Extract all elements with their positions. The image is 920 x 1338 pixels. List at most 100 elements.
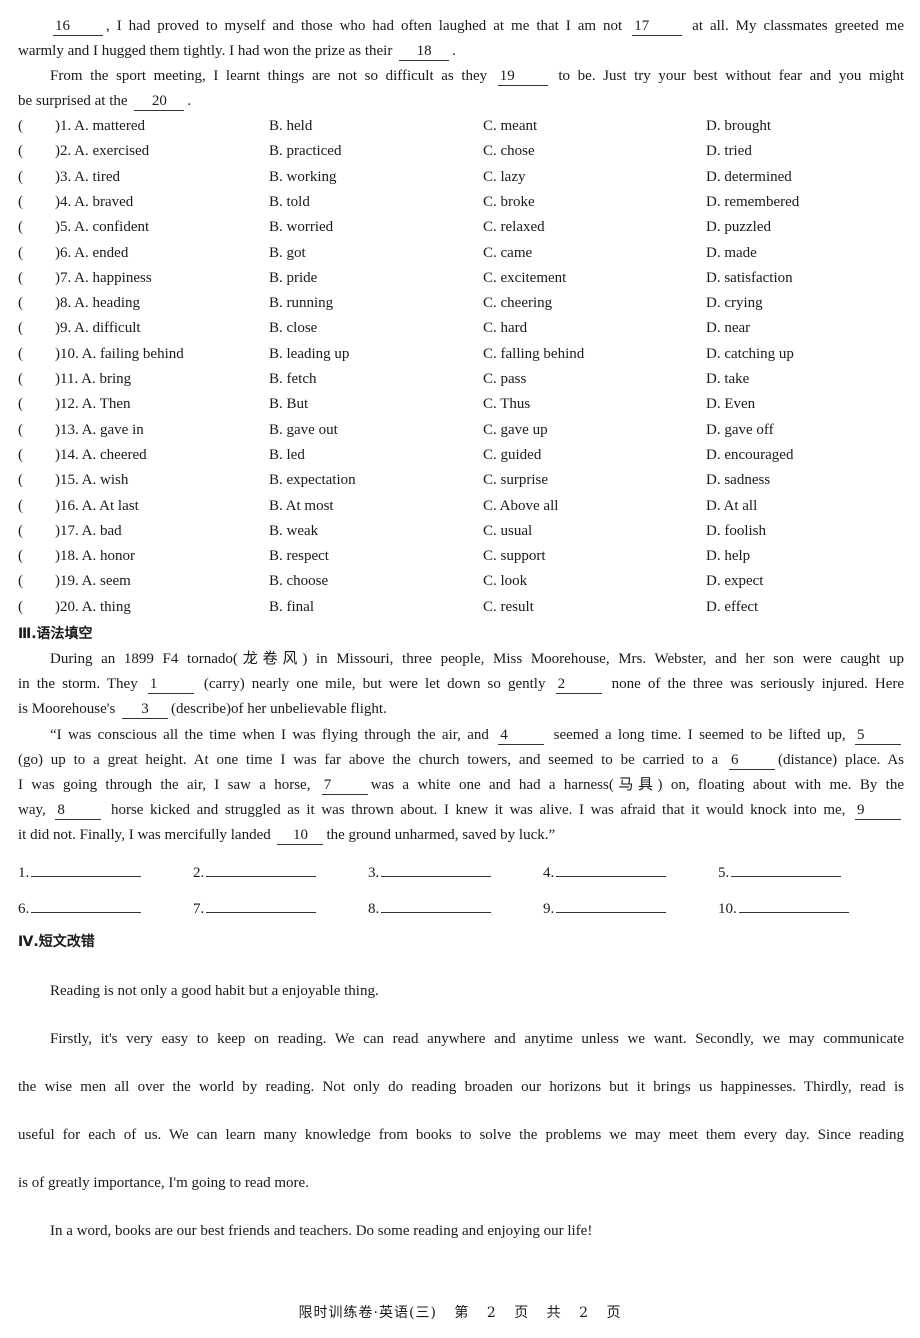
answer-label: 6. — [18, 901, 30, 917]
option-c: C. lazy — [483, 168, 526, 185]
option-a: )5. A. confident — [55, 219, 150, 236]
option-b: B. respect — [269, 548, 329, 565]
answer-field[interactable]: 4. — [543, 861, 667, 883]
question-row: ()15. A. wish B. expectation C. surprise D.… — [18, 470, 908, 490]
answer-paren-open[interactable]: ( — [18, 445, 23, 465]
answer-field[interactable]: 3. — [368, 861, 492, 883]
option-b: B. final — [269, 598, 314, 615]
option-a: )4. A. braved — [55, 193, 134, 210]
grammar-blank-6: 6 — [729, 752, 775, 770]
option-c: C. Thus — [483, 396, 531, 413]
answer-field[interactable]: 8. — [368, 897, 492, 919]
option-b: B. pride — [269, 269, 318, 286]
answer-underline[interactable] — [31, 861, 142, 877]
answer-field[interactable]: 9. — [543, 897, 667, 919]
answer-field[interactable]: 6. — [18, 897, 142, 919]
answer-paren-open[interactable]: ( — [18, 192, 23, 212]
blank-18: 18 — [399, 43, 450, 61]
answer-paren-open[interactable]: ( — [18, 496, 23, 516]
passage-text: the ground unharmed, saved by luck.” — [326, 827, 556, 843]
question-row: ()9. A. difficult B. close C. hard D. near — [18, 318, 908, 338]
option-b: B. choose — [269, 573, 329, 590]
answer-paren-open[interactable]: ( — [18, 521, 23, 541]
correction-line-5: is of greatly importance, I'm going to r… — [18, 1175, 309, 1191]
option-d: D. tried — [706, 143, 752, 160]
grammar-line-2: in the storm. They 1 (carry) nearly one … — [18, 674, 904, 694]
answer-paren-open[interactable]: ( — [18, 369, 23, 389]
answer-paren-open[interactable]: ( — [18, 394, 23, 414]
answer-label: 9. — [543, 901, 555, 917]
option-c: C. Above all — [483, 497, 559, 514]
option-a: )2. A. exercised — [55, 143, 150, 160]
footer-page-current: 2 — [486, 1305, 497, 1321]
option-b: B. fetch — [269, 371, 317, 387]
answer-paren-open[interactable]: ( — [18, 293, 23, 313]
answer-underline[interactable] — [206, 897, 317, 913]
answer-paren-open[interactable]: ( — [18, 318, 23, 338]
passage-text: it did not. Finally, I was mercifully la… — [18, 827, 271, 843]
option-c: C. support — [483, 548, 546, 565]
option-c: C. surprise — [483, 472, 548, 489]
option-d: D. sadness — [706, 472, 771, 489]
option-c: C. gave up — [483, 421, 548, 438]
answer-paren-open[interactable]: ( — [18, 344, 23, 364]
answer-label: 3. — [368, 865, 380, 881]
grammar-line-4: “I was conscious all the time when I was… — [50, 725, 904, 745]
grammar-line-5: (go) up to a great height. At one time I… — [18, 750, 904, 770]
answer-underline[interactable] — [738, 897, 849, 913]
answer-paren-open[interactable]: ( — [18, 597, 23, 617]
passage-text: I was going through the air, I saw a hor… — [18, 777, 311, 793]
answer-paren-open[interactable]: ( — [18, 243, 23, 263]
answer-paren-open[interactable]: ( — [18, 141, 23, 161]
answer-paren-open[interactable]: ( — [18, 167, 23, 187]
blank-16: 16 — [53, 18, 103, 36]
option-d: D. remembered — [706, 193, 800, 210]
answer-paren-open[interactable]: ( — [18, 116, 23, 136]
option-c: C. chose — [483, 143, 535, 160]
passage-text: , I had proved to myself and those who h… — [106, 18, 623, 34]
answer-paren-open[interactable]: ( — [18, 571, 23, 591]
answer-paren-open[interactable]: ( — [18, 217, 23, 237]
question-row: ()5. A. confident B. worried C. relaxed D. … — [18, 217, 908, 237]
option-d: D. take — [706, 371, 750, 387]
answer-field[interactable]: 2. — [193, 861, 317, 883]
correction-line-6: In a word, books are our best friends an… — [50, 1223, 593, 1239]
answer-field[interactable]: 1. — [18, 861, 142, 883]
question-row: ()2. A. exercised B. practiced C. chose D. … — [18, 141, 908, 161]
answer-paren-open[interactable]: ( — [18, 420, 23, 440]
option-b: B. close — [269, 320, 318, 337]
option-a: )13. A. gave in — [55, 421, 144, 438]
answer-underline[interactable] — [381, 897, 492, 913]
grammar-line-7: way, 8 horse kicked and struggled as it … — [18, 800, 904, 820]
answer-paren-open[interactable]: ( — [18, 546, 23, 566]
option-d: D. help — [706, 548, 751, 565]
question-row: ()1. A. mattered B. held C. meant D. brough… — [18, 116, 908, 136]
answer-underline[interactable] — [206, 861, 317, 877]
answer-underline[interactable] — [381, 861, 492, 877]
answer-field[interactable]: 10. — [718, 897, 849, 919]
passage-text: (distance) place. As — [778, 752, 905, 768]
answer-underline[interactable] — [556, 861, 667, 877]
question-row: ()8. A. heading B. running C. cheering D. c… — [18, 293, 908, 313]
option-c: C. usual — [483, 522, 533, 539]
grammar-blank-9: 9 — [855, 802, 901, 820]
answer-underline[interactable] — [31, 897, 142, 913]
passage-text: “I was conscious all the time when I was… — [50, 727, 489, 743]
answer-field[interactable]: 5. — [718, 861, 842, 883]
question-row: ()20. A. thing B. final C. result D. effect — [18, 597, 908, 617]
option-a: )10. A. failing behind — [55, 345, 184, 362]
option-d: D. puzzled — [706, 219, 771, 236]
passage-line-1: 16, I had proved to myself and those who… — [50, 16, 904, 36]
passage-line-4: be surprised at the 20. — [18, 91, 904, 111]
answer-underline[interactable] — [556, 897, 667, 913]
grammar-blank-10: 10 — [277, 827, 324, 845]
answer-underline[interactable] — [731, 861, 842, 877]
answer-field[interactable]: 7. — [193, 897, 317, 919]
grammar-blank-4: 4 — [498, 727, 545, 745]
grammar-blank-3: 3 — [122, 701, 169, 719]
option-c: C. cheering — [483, 295, 553, 312]
option-a: )14. A. cheered — [55, 446, 147, 463]
passage-text: at all. My classmates greeted me — [692, 18, 904, 34]
answer-paren-open[interactable]: ( — [18, 470, 23, 490]
answer-paren-open[interactable]: ( — [18, 268, 23, 288]
